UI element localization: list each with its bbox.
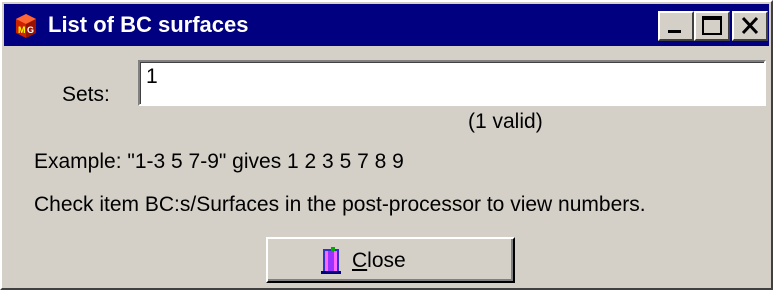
close-button[interactable]: Close: [266, 237, 515, 283]
sets-input[interactable]: 1: [138, 60, 766, 106]
svg-text:G: G: [27, 25, 34, 35]
sets-label: Sets:: [62, 83, 110, 106]
valid-count-text: (1 valid): [468, 110, 543, 133]
title-bar[interactable]: M G List of BC surfaces: [4, 4, 769, 46]
close-icon: [741, 16, 759, 35]
dialog-window: M G List of BC surfaces Sets: 1 (1 valid…: [0, 0, 773, 290]
close-button-label: Close: [352, 249, 406, 272]
app-logo-icon: M G: [16, 14, 36, 38]
minimize-icon: [668, 30, 681, 33]
maximize-button[interactable]: [694, 11, 730, 41]
window-title: List of BC surfaces: [48, 12, 249, 37]
sets-input-value: 1: [146, 65, 158, 88]
svg-text:M: M: [18, 25, 26, 35]
close-window-button[interactable]: [732, 11, 768, 41]
minimize-button[interactable]: [658, 11, 694, 41]
example-text: Example: "1-3 5 7-9" gives 1 2 3 5 7 8 9: [34, 150, 404, 173]
door-exit-icon: [321, 247, 341, 274]
maximize-icon: [702, 16, 722, 35]
help-text: Check item BC:s/Surfaces in the post-pro…: [34, 193, 646, 216]
